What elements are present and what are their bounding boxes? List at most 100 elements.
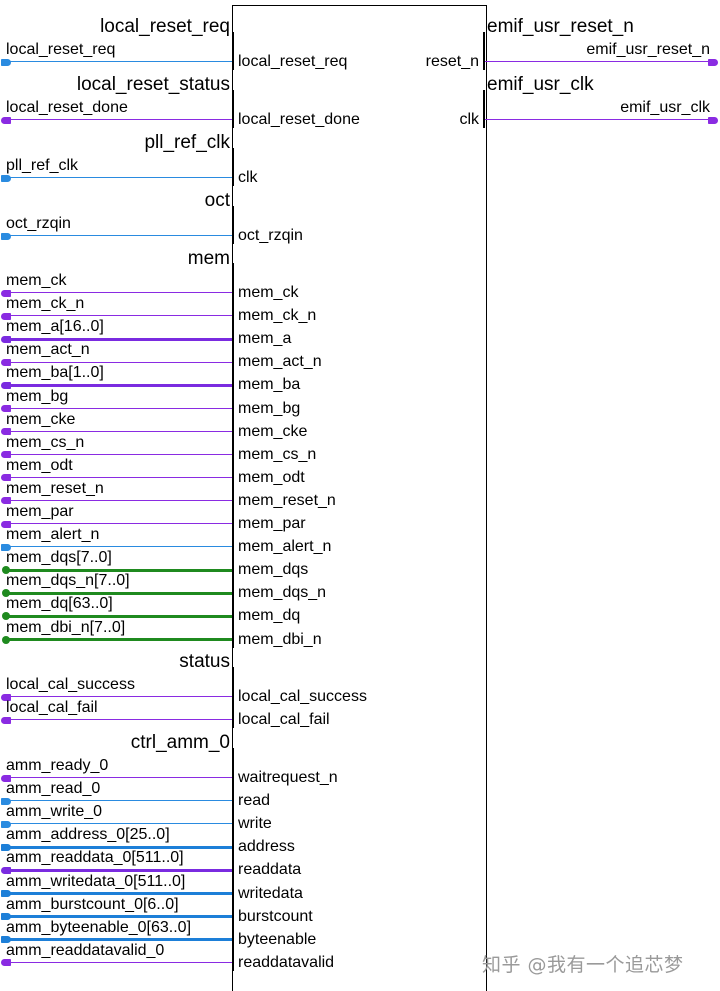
group-label-status: status: [179, 651, 230, 672]
signal-wire-mem_a[interactable]: [4, 337, 232, 341]
port-label: mem_ck_n: [238, 307, 317, 325]
port-label: mem_par: [238, 515, 306, 532]
signal-label: mem_ba[1..0]: [6, 364, 104, 382]
port-label: mem_cs_n: [238, 445, 317, 463]
signal-wire-waitrequest_n[interactable]: [4, 777, 232, 779]
output-pin-icon: [708, 116, 718, 124]
signal-label: local_reset_done: [6, 99, 128, 116]
signal-wire-mem_alert_n[interactable]: [4, 546, 232, 548]
port-label: readdatavalid: [238, 953, 335, 971]
signal-wire-readdata[interactable]: [4, 868, 232, 872]
output-wire-reset_n[interactable]: [485, 61, 714, 63]
port-label: readdata: [238, 861, 302, 879]
port-label: address: [238, 838, 295, 856]
port-label: local_reset_done: [238, 111, 360, 128]
signal-wire-mem_cs_n[interactable]: [4, 453, 232, 455]
group-label-mem: mem: [187, 248, 230, 269]
signal-label: amm_write_0: [6, 803, 103, 821]
signal-wire-mem_dbi_n[interactable]: [4, 638, 232, 641]
group-label-pll_ref_clk: pll_ref_clk: [144, 132, 230, 153]
signal-label: mem_alert_n: [6, 526, 100, 544]
port-label: mem_dqs_n: [238, 584, 327, 602]
signal-wire-burstcount[interactable]: [4, 915, 232, 919]
port-label: oct_rzqin: [238, 227, 303, 244]
port-label: write: [238, 815, 272, 833]
signal-label: amm_readdata_0[511..0]: [6, 849, 184, 867]
signal-wire-local_cal_fail[interactable]: [4, 719, 232, 721]
signal-label: local_cal_fail: [6, 699, 98, 717]
port-label: local_cal_success: [238, 688, 367, 705]
signal-wire-oct_rzqin[interactable]: [4, 235, 232, 237]
signal-wire-mem_reset_n[interactable]: [4, 500, 232, 502]
signal-label: oct_rzqin: [6, 215, 71, 232]
port-label: mem_dbi_n: [238, 630, 322, 648]
signal-wire-mem_dqs[interactable]: [4, 568, 232, 572]
signal-label: amm_writedata_0[511..0]: [6, 872, 186, 890]
output-signal-label: emif_usr_reset_n: [586, 41, 710, 58]
port-label: clk: [459, 111, 479, 128]
signal-wire-clk[interactable]: [4, 177, 232, 179]
signal-label: amm_burstcount_0[6..0]: [6, 895, 179, 913]
output-signal-label: emif_usr_clk: [620, 99, 710, 116]
port-label: mem_act_n: [238, 353, 322, 371]
port-label: mem_dqs: [238, 561, 309, 579]
signal-wire-mem_ck_n[interactable]: [4, 315, 232, 317]
signal-label: amm_readdatavalid_0: [6, 941, 165, 959]
signal-label: mem_act_n: [6, 341, 90, 359]
input-pin-icon: [1, 58, 11, 66]
port-stub: [232, 263, 234, 648]
port-stub: [483, 32, 485, 70]
signal-wire-read[interactable]: [4, 800, 232, 802]
signal-wire-write[interactable]: [4, 823, 232, 825]
group-label-local_reset_status: local_reset_status: [76, 74, 230, 95]
group-label-emif_usr_clk: emif_usr_clk: [487, 74, 594, 95]
output-wire-clk[interactable]: [485, 119, 714, 121]
port-stub: [232, 148, 234, 186]
signal-label: mem_bg: [6, 387, 69, 405]
signal-label: pll_ref_clk: [6, 157, 79, 174]
signal-label: amm_address_0[25..0]: [6, 826, 170, 844]
signal-label: amm_ready_0: [6, 757, 109, 774]
signal-wire-mem_odt[interactable]: [4, 477, 232, 479]
port-stub: [483, 90, 485, 128]
group-label-local_reset_req: local_reset_req: [100, 16, 230, 37]
signal-wire-mem_dq[interactable]: [4, 614, 232, 618]
signal-wire-address[interactable]: [4, 845, 232, 849]
signal-wire-mem_cke[interactable]: [4, 430, 232, 432]
output-pin-icon: [1, 716, 11, 724]
signal-wire-writedata[interactable]: [4, 892, 232, 895]
port-label: clk: [238, 169, 258, 186]
port-label: mem_odt: [238, 468, 305, 486]
signal-wire-readdatavalid[interactable]: [4, 962, 232, 964]
signal-wire-mem_par[interactable]: [4, 523, 232, 525]
port-label: waitrequest_n: [238, 769, 338, 786]
watermark-text: 知乎 @我有一个追芯梦: [482, 954, 684, 976]
signal-wire-mem_act_n[interactable]: [4, 361, 232, 363]
signal-wire-mem_bg[interactable]: [4, 407, 232, 409]
signal-wire-mem_dqs_n[interactable]: [4, 591, 232, 595]
signal-wire-mem_ck[interactable]: [4, 292, 232, 294]
port-label: burstcount: [238, 907, 313, 925]
port-label: reset_n: [425, 53, 479, 70]
signal-wire-mem_ba[interactable]: [4, 383, 232, 387]
signal-label: mem_dq[63..0]: [6, 595, 113, 613]
signal-wire-local_cal_success[interactable]: [4, 696, 232, 698]
signal-label: mem_ck: [6, 272, 67, 289]
port-label: read: [238, 792, 271, 810]
signal-wire-local_reset_req[interactable]: [4, 61, 232, 63]
signal-label: mem_ck_n: [6, 295, 85, 313]
port-stub: [232, 90, 234, 128]
port-label: mem_alert_n: [238, 538, 332, 556]
port-label: local_reset_req: [238, 53, 348, 70]
signal-label: mem_reset_n: [6, 479, 104, 497]
group-label-emif_usr_reset_n: emif_usr_reset_n: [487, 16, 634, 37]
schematic-canvas: local_reset_req local_reset_req local_rese…: [0, 0, 720, 991]
port-stub: [232, 206, 234, 244]
group-label-ctrl_amm_0: ctrl_amm_0: [130, 732, 230, 753]
port-label: mem_ck: [238, 284, 299, 301]
input-pin-icon: [1, 174, 11, 182]
signal-wire-local_reset_done[interactable]: [4, 119, 232, 121]
signal-wire-byteenable[interactable]: [4, 938, 232, 942]
output-pin-icon: [1, 959, 11, 967]
port-label: mem_bg: [238, 399, 301, 417]
